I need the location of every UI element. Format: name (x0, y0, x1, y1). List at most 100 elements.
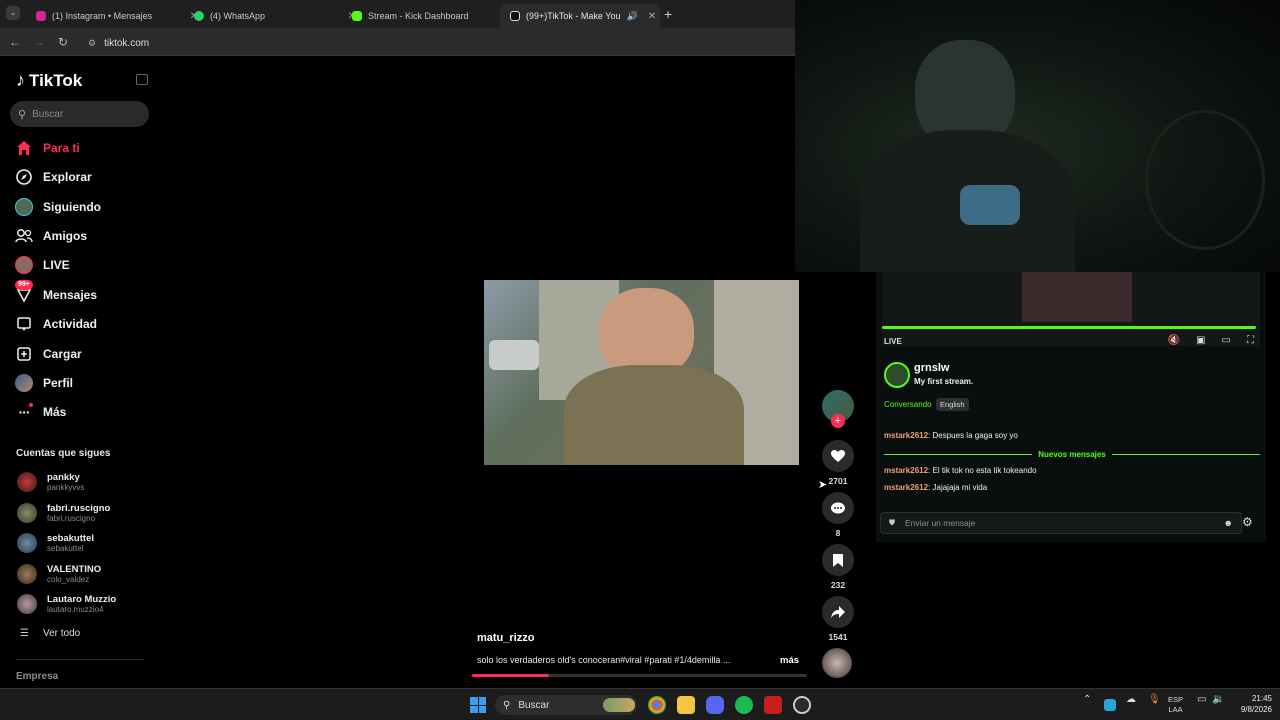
follow-plus-button[interactable]: + (831, 414, 845, 428)
following-account[interactable]: fabri.ruscigno fabri.ruscigno (17, 500, 110, 526)
theater-icon[interactable]: ▭ (1222, 335, 1231, 346)
tab-instagram[interactable]: (1) Instagram • Mensajes ✕ (26, 4, 202, 28)
following-avatar-icon (15, 198, 33, 216)
tab-kick[interactable]: Stream - Kick Dashboard ✕ (342, 4, 518, 28)
tiktok-sidebar: ♪ TikTok ⚲ Buscar Para ti Explorar Sigui… (0, 58, 160, 688)
chat-username[interactable]: mstark2612 (884, 466, 928, 475)
heart-icon (831, 449, 845, 462)
tray-overflow-icon[interactable]: ⌃ (1083, 695, 1091, 705)
tab-search-button[interactable]: ⌄ (6, 6, 20, 20)
video-author[interactable]: matu_rizzo (477, 632, 534, 644)
obs-icon[interactable] (793, 696, 811, 714)
kick-icon (352, 11, 362, 21)
tray-app-icon[interactable] (1104, 699, 1116, 711)
taskbar-search[interactable]: ⚲ Buscar (495, 695, 637, 715)
account-name: sebakuttel (47, 532, 94, 544)
avatar (17, 564, 37, 584)
nav-siguiendo[interactable]: Siguiendo (15, 197, 101, 217)
share-arrow-icon (831, 606, 845, 618)
comment-button[interactable] (822, 492, 854, 524)
volume-icon[interactable]: 🔉 (1212, 695, 1224, 705)
nav-mensajes[interactable]: 99+ Mensajes (15, 280, 97, 305)
account-name: fabri.ruscigno (47, 502, 111, 514)
search-input[interactable]: ⚲ Buscar (10, 101, 149, 127)
music-disc-avatar[interactable] (822, 648, 852, 678)
share-button[interactable] (822, 596, 854, 628)
nav-actividad[interactable]: Actividad (15, 314, 97, 334)
spotify-icon[interactable] (735, 696, 753, 714)
view-all-label: Ver todo (42, 628, 81, 639)
video-person-hoodie (564, 365, 744, 465)
windows-start-icon[interactable] (470, 697, 486, 713)
new-tab-button[interactable]: + (664, 6, 672, 22)
nav-perfil[interactable]: Perfil (15, 373, 73, 393)
mute-icon[interactable]: 🔇 (1168, 335, 1180, 346)
url-field[interactable]: ⚙ tiktok.com (88, 34, 778, 52)
footer-empresa-link[interactable]: Empresa (16, 671, 58, 682)
clock-date: 9/8/2026 (1240, 705, 1272, 714)
caption-more-button[interactable]: más (780, 655, 799, 666)
nav-para-ti[interactable]: Para ti (15, 138, 80, 158)
video-progress-bar[interactable] (472, 674, 807, 677)
stream-category[interactable]: Conversando (884, 400, 932, 409)
search-icon: ⚲ (18, 108, 27, 121)
nav-cargar[interactable]: Cargar (15, 344, 82, 364)
like-button[interactable] (822, 440, 854, 472)
nav-live[interactable]: LIVE (15, 255, 70, 275)
back-icon[interactable]: ← (8, 35, 22, 49)
activity-icon (15, 315, 33, 333)
nav-mas[interactable]: ··· Más (15, 402, 66, 422)
stream-volume-bar[interactable] (882, 326, 1256, 329)
nav-label: Cargar (43, 347, 82, 361)
system-clock[interactable]: 21:45 9/8/2026 (1228, 693, 1272, 715)
chat-username[interactable]: mstark2612 (884, 483, 928, 492)
messages-icon: 99+ (15, 280, 33, 304)
reload-icon[interactable]: ↻ (56, 35, 70, 49)
msi-afterburner-icon[interactable] (764, 696, 782, 714)
emoji-icon[interactable]: ☻ (1224, 518, 1233, 528)
chrome-icon[interactable] (648, 696, 666, 714)
tiktok-icon (510, 11, 520, 21)
speaker-icon[interactable]: 🔊 (627, 11, 638, 22)
chat-username[interactable]: mstark2612 (884, 431, 928, 440)
discord-icon[interactable] (706, 696, 724, 714)
nav-explorar[interactable]: Explorar (15, 167, 92, 187)
more-icon: ··· (15, 403, 33, 421)
file-explorer-icon[interactable] (677, 696, 695, 714)
account-handle: lautaro.muzzio4 (47, 604, 104, 614)
comment-count: 8 (835, 528, 841, 538)
tab-whatsapp[interactable]: (4) WhatsApp ✕ (184, 4, 360, 28)
player-controls: 🔇 ▣ ▭ ⛶ (1168, 335, 1254, 346)
comment-icon (831, 502, 845, 513)
tab-tiktok[interactable]: (99+)TikTok - Make Your Da 🔊 ✕ (500, 4, 660, 28)
tiktok-logo[interactable]: ♪ TikTok (16, 70, 82, 91)
pip-icon[interactable]: ▣ (1196, 335, 1205, 346)
following-account[interactable]: VALENTINO colo_valdez (17, 561, 101, 587)
collapse-sidebar-icon[interactable] (136, 74, 148, 85)
webcam-steering-wheel (1145, 110, 1265, 250)
following-account[interactable]: pankky pankkyvvs (17, 469, 84, 495)
close-icon[interactable]: ✕ (644, 11, 660, 22)
share-count: 1541 (828, 632, 848, 642)
video-player[interactable] (484, 280, 799, 465)
chat-message: mstark2612: El tik tok no esta tik tokea… (884, 466, 1037, 475)
language-indicator[interactable]: ESP LAA (1168, 695, 1183, 715)
cloud-icon[interactable]: ☁ (1126, 695, 1136, 705)
streamer-avatar[interactable] (884, 362, 910, 388)
nav-amigos[interactable]: Amigos (15, 226, 87, 246)
streamer-name[interactable]: grnslw (914, 362, 949, 374)
view-all-link[interactable]: ☰ Ver todo (20, 628, 80, 639)
following-account[interactable]: Lautaro Muzzio lautaro.muzzio4 (17, 591, 116, 617)
site-info-icon[interactable]: ⚙ (88, 38, 96, 49)
live-icon (15, 256, 33, 274)
chat-settings-icon[interactable]: ⚙ (1242, 515, 1253, 529)
microphone-icon[interactable]: 🎙 (1148, 695, 1161, 705)
account-handle: colo_valdez (47, 574, 90, 584)
fullscreen-icon[interactable]: ⛶ (1247, 335, 1254, 346)
save-button[interactable] (822, 544, 854, 576)
forward-icon[interactable]: → (32, 35, 46, 49)
tiktok-note-icon: ♪ (16, 70, 25, 90)
network-icon[interactable]: ▭ (1197, 695, 1206, 705)
chat-input[interactable]: ⛊ Enviar un mensaje ☻ (880, 512, 1242, 534)
following-account[interactable]: sebakuttel sebakuttel (17, 530, 94, 556)
